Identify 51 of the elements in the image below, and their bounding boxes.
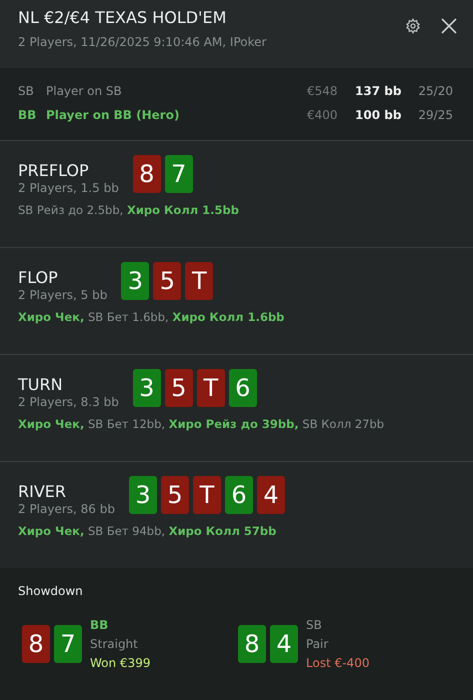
playing-card: 3 — [132, 369, 161, 407]
street-name: FLOP — [18, 268, 59, 287]
player-stack: €548 — [307, 84, 339, 98]
hand-result: Won €399 — [90, 656, 150, 670]
street-info: 2 Players, 86 bb — [18, 502, 115, 516]
playing-card: 3 — [121, 262, 150, 300]
playing-card: T — [193, 476, 221, 514]
settings-icon — [405, 18, 421, 34]
action-line: SB Рейз до 2.5bb, Хиро Колл 1.5bb — [18, 203, 240, 217]
hand-rank: Pair — [306, 637, 330, 651]
player-name: Player on SB — [46, 84, 123, 98]
playing-card: T — [196, 369, 225, 407]
playing-card: 5 — [153, 262, 182, 300]
hand-subtitle: 2 Players, 11/26/2025 9:10:46 AM, IPoker — [18, 35, 268, 49]
player-stats: 25/20 — [417, 84, 453, 98]
player-stats: 29/25 — [417, 108, 453, 122]
playing-card: 8 — [22, 625, 50, 663]
street-info: 2 Players, 1.5 bb — [18, 181, 119, 195]
window-title: NL €2/€4 TEXAS HOLD'EM — [18, 7, 228, 27]
street-name: PREFLOP — [18, 161, 90, 180]
playing-card: 8 — [132, 155, 161, 193]
showdown-title: Showdown — [18, 584, 84, 598]
close-icon — [441, 18, 457, 34]
playing-card: 7 — [164, 155, 193, 193]
playing-card: 6 — [228, 369, 257, 407]
action-line: Хиро Чек, SB Бет 94bb, Хиро Колл 57bb — [18, 524, 278, 538]
playing-card: 8 — [238, 625, 266, 663]
playing-card: 4 — [270, 625, 298, 663]
player-position: BB — [90, 618, 110, 632]
player-position: SB — [306, 618, 323, 632]
street-info: 2 Players, 8.3 bb — [18, 395, 119, 409]
action-line: Хиро Чек, SB Бет 1.6bb, Хиро Колл 1.6bb — [18, 310, 286, 324]
playing-card: 7 — [54, 625, 82, 663]
playing-card: T — [185, 262, 214, 300]
player-name: Player on BB (Hero) — [46, 108, 180, 122]
player-big-blinds: 100 bb — [355, 108, 402, 122]
action-line: Хиро Чек, SB Бет 12bb, Хиро Рейз до 39bb, SB Колл 27bb — [18, 417, 386, 431]
player-position: SB — [18, 84, 35, 98]
playing-card: 5 — [161, 476, 189, 514]
street-info: 2 Players, 5 bb — [18, 288, 108, 302]
playing-card: 3 — [129, 476, 157, 514]
player-big-blinds: 137 bb — [355, 84, 402, 98]
playing-card: 6 — [225, 476, 253, 514]
playing-card: 4 — [257, 476, 285, 514]
hand-result: Lost €-400 — [306, 656, 370, 670]
street-name: RIVER — [18, 482, 68, 501]
player-position: BB — [18, 108, 38, 122]
player-stack: €400 — [307, 108, 339, 122]
street-name: TURN — [18, 375, 64, 394]
hand-rank: Straight — [90, 637, 139, 651]
playing-card: 5 — [164, 369, 193, 407]
